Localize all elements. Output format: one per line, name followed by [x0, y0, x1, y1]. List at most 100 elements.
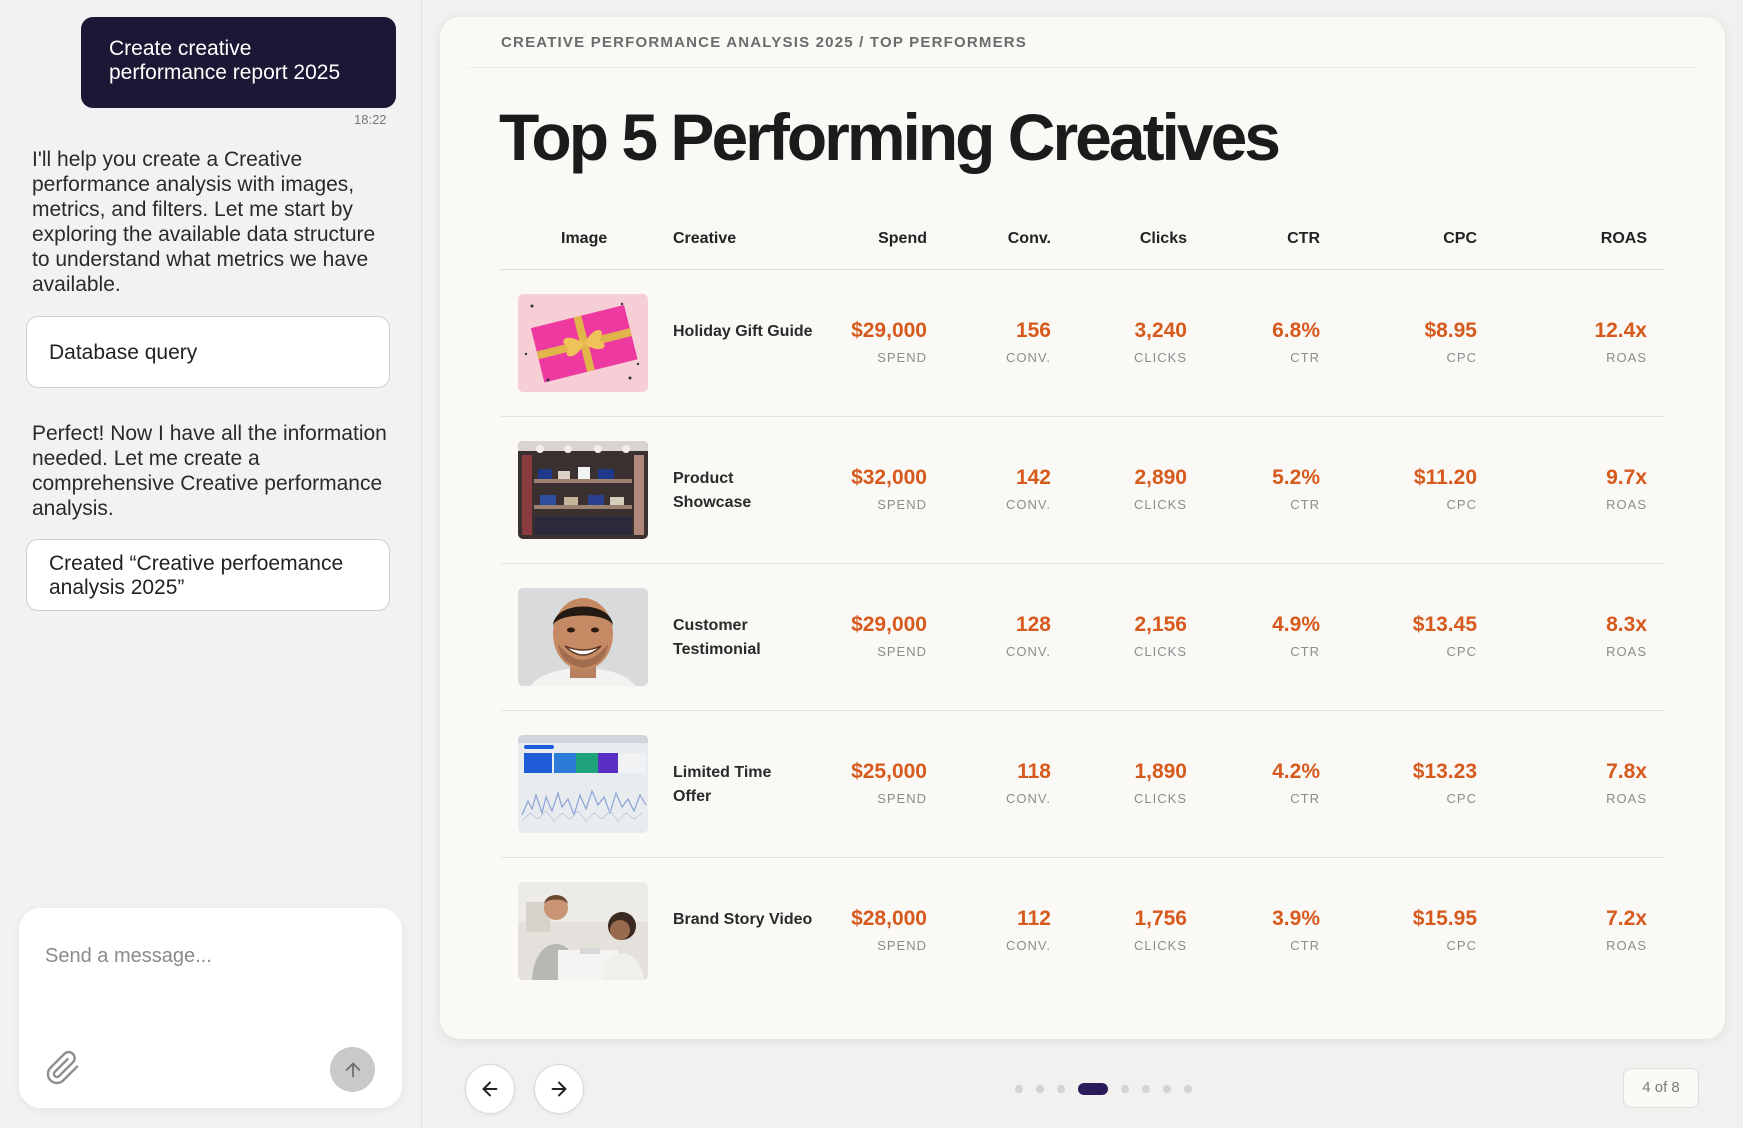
roas-value: 7.8x	[1606, 760, 1647, 783]
conv-cell: 142 CONV.	[1006, 465, 1051, 512]
cpc-value: $13.45	[1412, 613, 1477, 636]
pagination-dot[interactable]	[1142, 1085, 1150, 1093]
send-button[interactable]	[330, 1047, 375, 1092]
ctr-label: CTR	[1290, 350, 1320, 365]
roas-cell: 8.3x ROAS	[1606, 612, 1647, 659]
roas-value: 9.7x	[1606, 466, 1647, 489]
database-query-card[interactable]: Database query	[26, 316, 390, 388]
paperclip-icon[interactable]	[45, 1050, 81, 1086]
created-report-card[interactable]: Created “Creative perfoemance analysis 2…	[26, 539, 390, 611]
clicks-cell: 2,156 CLICKS	[1134, 612, 1187, 659]
next-slide-button[interactable]	[534, 1064, 584, 1114]
conv-label: CONV.	[1006, 791, 1051, 806]
spend-label: SPEND	[877, 497, 927, 512]
pagination-dot[interactable]	[1057, 1085, 1065, 1093]
column-header-conv: Conv.	[1007, 230, 1051, 247]
message-input[interactable]	[45, 936, 375, 976]
table-row[interactable]: Customer Testimonial $29,000 SPEND 128 C…	[501, 564, 1665, 711]
dashboard-screen-image	[518, 735, 648, 833]
arrow-left-icon	[482, 1081, 498, 1097]
conv-value: 118	[1017, 760, 1051, 783]
arrow-up-icon	[345, 1062, 360, 1077]
spend-value: $28,000	[851, 907, 927, 930]
table-row[interactable]: Limited Time Offer $25,000 SPEND 118 CON…	[501, 711, 1665, 858]
table-row[interactable]: Product Showcase $32,000 SPEND 142 CONV.…	[501, 417, 1665, 564]
roas-cell: 9.7x ROAS	[1606, 465, 1647, 512]
ctr-cell: 5.2% CTR	[1272, 465, 1320, 512]
previous-slide-button[interactable]	[465, 1064, 515, 1114]
user-message: Create creative performance report 2025	[81, 17, 396, 108]
conv-cell: 118 CONV.	[1006, 759, 1051, 806]
cpc-cell: $13.45 CPC	[1413, 612, 1477, 659]
table-row[interactable]: Holiday Gift Guide $29,000 SPEND 156 CON…	[501, 270, 1665, 417]
ctr-value: 6.8%	[1272, 319, 1320, 342]
clicks-label: CLICKS	[1134, 350, 1187, 365]
spend-label: SPEND	[877, 350, 927, 365]
cpc-cell: $15.95 CPC	[1413, 906, 1477, 953]
conv-cell: 112 CONV.	[1006, 906, 1051, 953]
column-header-spend: Spend	[878, 230, 927, 247]
clicks-value: 3,240	[1134, 319, 1187, 342]
roas-label: ROAS	[1606, 791, 1647, 806]
pagination-dot[interactable]	[1015, 1085, 1023, 1093]
conv-value: 128	[1015, 613, 1051, 636]
page-indicator: 4 of 8	[1623, 1068, 1699, 1108]
message-composer	[19, 908, 402, 1108]
pagination-dot-active[interactable]	[1078, 1083, 1108, 1095]
creatives-table: Image Creative Spend Conv. Clicks CTR CP…	[501, 204, 1665, 1005]
roas-value: 12.4x	[1594, 319, 1647, 342]
spend-cell: $25,000 SPEND	[851, 759, 927, 806]
cpc-label: CPC	[1446, 791, 1477, 806]
conv-value: 112	[1017, 907, 1051, 930]
spend-value: $29,000	[851, 319, 927, 342]
conv-value: 142	[1015, 466, 1051, 489]
clicks-value: 2,156	[1134, 613, 1187, 636]
roas-cell: 7.2x ROAS	[1606, 906, 1647, 953]
creative-name: Customer Testimonial	[673, 617, 761, 658]
creative-name: Limited Time Offer	[673, 764, 772, 805]
conv-label: CONV.	[1006, 497, 1051, 512]
column-header-creative: Creative	[673, 230, 737, 247]
ctr-cell: 3.9% CTR	[1272, 906, 1320, 953]
roas-label: ROAS	[1606, 350, 1647, 365]
conv-cell: 128 CONV.	[1006, 612, 1051, 659]
pagination-dot[interactable]	[1184, 1085, 1192, 1093]
cpc-label: CPC	[1446, 938, 1477, 953]
ctr-value: 4.2%	[1272, 760, 1320, 783]
pagination-dot[interactable]	[1036, 1085, 1044, 1093]
pagination-dot[interactable]	[1121, 1085, 1129, 1093]
store-shelves-image	[518, 441, 648, 539]
creative-name: Holiday Gift Guide	[673, 323, 813, 340]
spend-value: $29,000	[851, 613, 927, 636]
cpc-value: $13.23	[1412, 760, 1477, 783]
ctr-label: CTR	[1290, 497, 1320, 512]
ctr-cell: 6.8% CTR	[1272, 318, 1320, 365]
ctr-value: 5.2%	[1272, 466, 1320, 489]
clicks-label: CLICKS	[1134, 791, 1187, 806]
breadcrumb: CREATIVE PERFORMANCE ANALYSIS 2025 / TOP…	[501, 34, 1028, 51]
column-header-cpc: CPC	[1443, 230, 1477, 247]
assistant-message-intro: I'll help you create a Creative performa…	[32, 148, 376, 296]
cpc-label: CPC	[1446, 644, 1477, 659]
report-slide: CREATIVE PERFORMANCE ANALYSIS 2025 / TOP…	[440, 17, 1725, 1039]
pagination-dot[interactable]	[1163, 1085, 1171, 1093]
ctr-label: CTR	[1290, 938, 1320, 953]
table-row[interactable]: Brand Story Video $28,000 SPEND 112 CONV…	[501, 858, 1665, 1005]
clicks-cell: 1,756 CLICKS	[1134, 906, 1187, 953]
roas-cell: 7.8x ROAS	[1606, 759, 1647, 806]
spend-cell: $29,000 SPEND	[851, 318, 927, 365]
clicks-label: CLICKS	[1134, 644, 1187, 659]
roas-cell: 12.4x ROAS	[1594, 318, 1647, 365]
spend-cell: $32,000 SPEND	[851, 465, 927, 512]
team-meeting-image	[518, 882, 648, 980]
ctr-cell: 4.2% CTR	[1272, 759, 1320, 806]
conv-cell: 156 CONV.	[1006, 318, 1051, 365]
clicks-cell: 2,890 CLICKS	[1134, 465, 1187, 512]
clicks-value: 1,890	[1134, 760, 1187, 783]
cpc-label: CPC	[1446, 497, 1477, 512]
cpc-cell: $8.95 CPC	[1424, 318, 1477, 365]
cpc-cell: $11.20 CPC	[1414, 465, 1477, 512]
clicks-cell: 3,240 CLICKS	[1134, 318, 1187, 365]
ctr-value: 3.9%	[1272, 907, 1320, 930]
conv-value: 156	[1015, 319, 1051, 342]
